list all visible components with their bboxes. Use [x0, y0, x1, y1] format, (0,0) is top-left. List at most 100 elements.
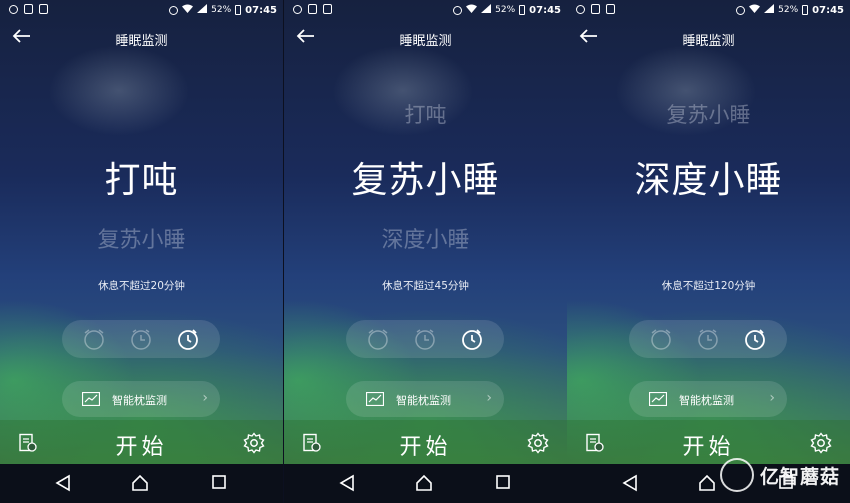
nav-recent-icon[interactable]: [211, 474, 227, 494]
signal-icon: [764, 4, 775, 16]
android-nav-bar: [284, 464, 567, 503]
timer-icon[interactable]: [460, 327, 484, 351]
start-button[interactable]: 开始: [97, 429, 187, 461]
mode-description: 休息不超过45分钟: [382, 280, 469, 292]
page-title: 睡眠监测: [115, 34, 168, 49]
battery-icon: [235, 5, 242, 15]
next-mode-label[interactable]: 深度小睡: [284, 222, 567, 254]
status-right-icons: 52% 07:45: [736, 4, 844, 16]
clock-icon[interactable]: [696, 327, 720, 351]
next-mode-label[interactable]: 复苏小睡: [0, 222, 283, 254]
chart-icon: [365, 391, 385, 410]
alarm-clock-icon[interactable]: [366, 327, 390, 351]
watermark: 亿智蘑菇: [719, 458, 840, 492]
sync-icon: [9, 4, 18, 14]
chevron-right-icon: ›: [769, 390, 775, 406]
wifi-icon: [182, 4, 194, 16]
battery-icon: [802, 5, 809, 15]
chevron-right-icon: ›: [202, 390, 208, 406]
status-bar: 52% 07:45: [0, 0, 283, 20]
bottom-bar: 开始: [0, 420, 283, 464]
previous-mode-label[interactable]: 打吨: [284, 99, 567, 129]
status-bar: 52% 07:45: [284, 0, 567, 20]
chart-icon: [648, 391, 668, 410]
smart-pillow-label: 智能枕监测: [679, 394, 734, 407]
settings-gear-icon[interactable]: [810, 432, 832, 458]
sync-icon: [576, 4, 585, 14]
selected-mode-label[interactable]: 打吨: [0, 151, 283, 203]
nav-back-icon[interactable]: [339, 474, 355, 496]
timer-icon[interactable]: [743, 327, 767, 351]
clock-icon[interactable]: [129, 327, 153, 351]
chart-icon: [81, 391, 101, 410]
smart-pillow-button[interactable]: 智能枕监测 ›: [62, 381, 220, 417]
page-title: 睡眠监测: [399, 34, 452, 49]
download-icon: [591, 4, 600, 14]
chevron-right-icon: ›: [486, 390, 492, 406]
selected-mode-label[interactable]: 深度小睡: [567, 151, 850, 203]
previous-mode-label[interactable]: 复苏小睡: [567, 99, 850, 129]
top-bar: 睡眠监测: [284, 22, 567, 52]
screenshot-strip: 52% 07:45 睡眠监测 打吨 复苏小睡 休息不超过20分钟 智能枕监测 ›…: [0, 0, 850, 503]
settings-gear-icon[interactable]: [527, 432, 549, 458]
sync-icon: [293, 4, 302, 14]
alarm-clock-icon[interactable]: [649, 327, 673, 351]
alarm-selector: [346, 320, 504, 358]
smart-pillow-label: 智能枕监测: [396, 394, 451, 407]
signal-icon: [481, 4, 492, 16]
clock-time: 07:45: [812, 4, 844, 16]
watermark-logo-icon: [719, 458, 754, 492]
android-nav-bar: [0, 464, 283, 503]
alarm-icon: [453, 5, 463, 15]
status-left-icons: [9, 4, 48, 14]
sleep-record-icon[interactable]: [585, 433, 605, 457]
status-left-icons: [293, 4, 332, 14]
nav-home-icon[interactable]: [415, 474, 433, 496]
clock-time: 07:45: [245, 4, 277, 16]
top-bar: 睡眠监测: [567, 22, 850, 52]
image-icon: [606, 4, 615, 14]
timer-icon[interactable]: [176, 327, 200, 351]
download-icon: [308, 4, 317, 14]
status-right-icons: 52% 07:45: [453, 4, 561, 16]
top-bar: 睡眠监测: [0, 22, 283, 52]
sleep-screen-3: 52% 07:45 睡眠监测 复苏小睡 深度小睡 休息不超过120分钟 智能枕监…: [567, 0, 850, 503]
signal-icon: [197, 4, 208, 16]
sleep-screen-1: 52% 07:45 睡眠监测 打吨 复苏小睡 休息不超过20分钟 智能枕监测 ›…: [0, 0, 283, 503]
smart-pillow-button[interactable]: 智能枕监测 ›: [346, 381, 504, 417]
clock-time: 07:45: [529, 4, 561, 16]
battery-percent: 52%: [495, 5, 516, 15]
alarm-icon: [736, 5, 746, 15]
mode-description: 休息不超过20分钟: [98, 280, 185, 292]
watermark-text: 亿智蘑菇: [759, 465, 840, 488]
nav-recent-icon[interactable]: [495, 474, 511, 494]
alarm-selector: [62, 320, 220, 358]
download-icon: [24, 4, 33, 14]
nav-back-icon[interactable]: [55, 474, 71, 496]
battery-percent: 52%: [778, 5, 799, 15]
start-button[interactable]: 开始: [664, 429, 754, 461]
battery-icon: [519, 5, 526, 15]
nav-home-icon[interactable]: [698, 474, 716, 496]
wifi-icon: [466, 4, 478, 16]
status-left-icons: [576, 4, 615, 14]
alarm-icon: [169, 5, 179, 15]
status-right-icons: 52% 07:45: [169, 4, 277, 16]
nav-home-icon[interactable]: [131, 474, 149, 496]
sleep-record-icon[interactable]: [18, 433, 38, 457]
smart-pillow-button[interactable]: 智能枕监测 ›: [629, 381, 787, 417]
clock-icon[interactable]: [413, 327, 437, 351]
start-button[interactable]: 开始: [381, 429, 471, 461]
selected-mode-label[interactable]: 复苏小睡: [284, 151, 567, 203]
settings-gear-icon[interactable]: [243, 432, 265, 458]
page-title: 睡眠监测: [682, 34, 735, 49]
alarm-selector: [629, 320, 787, 358]
battery-percent: 52%: [211, 5, 232, 15]
sleep-record-icon[interactable]: [302, 433, 322, 457]
image-icon: [39, 4, 48, 14]
bottom-bar: 开始: [284, 420, 567, 464]
status-bar: 52% 07:45: [567, 0, 850, 20]
alarm-clock-icon[interactable]: [82, 327, 106, 351]
mode-description: 休息不超过120分钟: [661, 280, 756, 292]
nav-back-icon[interactable]: [622, 474, 638, 496]
